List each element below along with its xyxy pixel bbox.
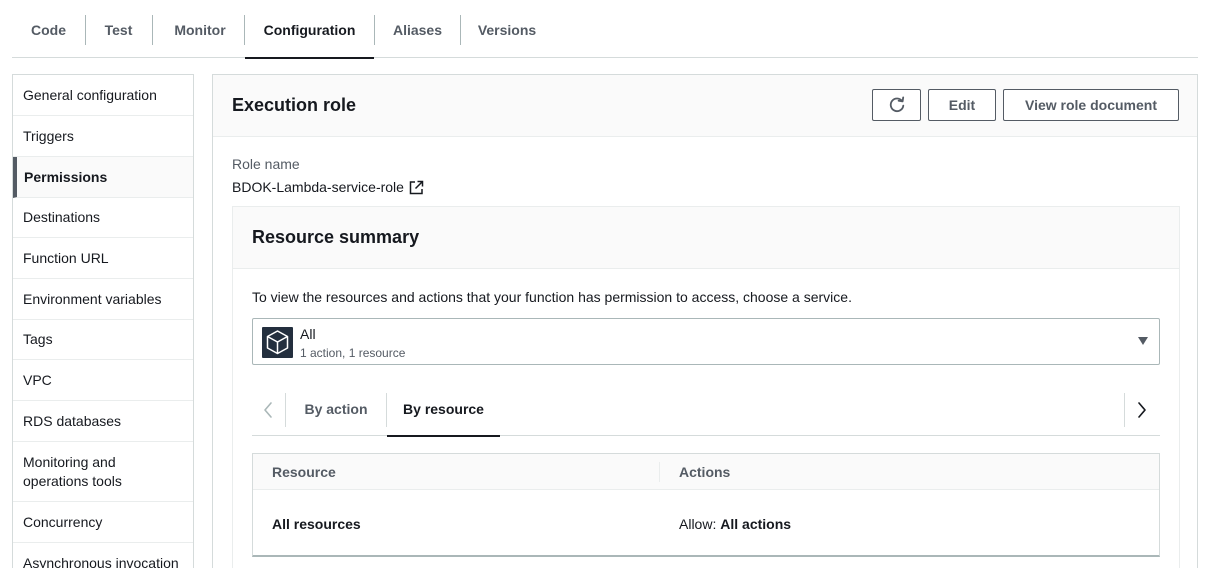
tab-monitor[interactable]: Monitor: [160, 0, 240, 58]
caret-down-icon: [1138, 337, 1148, 345]
resource-summary-description: To view the resources and actions that y…: [252, 289, 852, 305]
resource-summary-title: Resource summary: [252, 227, 420, 247]
tab-separator: [374, 15, 375, 45]
resource-summary: Resource summary To view the resources a…: [232, 206, 1180, 568]
chevron-left-icon: [264, 402, 272, 418]
tab-by-resource[interactable]: By resource: [387, 385, 500, 437]
service-select[interactable]: All 1 action, 1 resource: [252, 318, 1160, 365]
panel-header: Execution role Edit View role document: [213, 75, 1197, 137]
panel-title: Execution role: [232, 95, 357, 115]
sidebar-item-asynchronous-invocation[interactable]: Asynchronous invocation: [13, 543, 193, 568]
execution-role-panel: Execution role Edit View role document R…: [212, 74, 1198, 568]
table-header: Resource Actions: [253, 454, 1159, 490]
sidebar-item-tags[interactable]: Tags: [13, 320, 193, 360]
service-cube-icon: [262, 327, 293, 358]
top-tabs: Code Test Monitor Configuration Aliases …: [12, 0, 1198, 59]
tab-aliases[interactable]: Aliases: [380, 0, 455, 58]
sidebar-item-monitoring-tools[interactable]: Monitoring and operations tools: [13, 442, 193, 502]
view-role-document-button[interactable]: View role document: [1003, 89, 1179, 121]
external-link-icon: [409, 180, 424, 194]
role-name-link[interactable]: BDOK-Lambda-service-role: [232, 179, 424, 195]
resource-table: Resource Actions All resources Allow: Al…: [252, 453, 1160, 557]
tab-separator: [1124, 393, 1125, 427]
resource-summary-header: Resource summary: [233, 207, 1179, 269]
sidebar-item-concurrency[interactable]: Concurrency: [13, 502, 193, 543]
sidebar-item-triggers[interactable]: Triggers: [13, 116, 193, 157]
edit-button[interactable]: Edit: [928, 89, 996, 121]
service-select-value: All: [300, 326, 316, 342]
tab-configuration[interactable]: Configuration: [245, 0, 374, 59]
refresh-icon: [889, 96, 904, 112]
service-select-meta: 1 action, 1 resource: [300, 346, 406, 360]
sidebar-item-vpc[interactable]: VPC: [13, 360, 193, 401]
tab-separator: [152, 15, 153, 45]
column-divider: [659, 462, 660, 482]
sidebar-item-environment-variables[interactable]: Environment variables: [13, 279, 193, 320]
tab-test[interactable]: Test: [92, 0, 145, 58]
sidebar-item-permissions[interactable]: Permissions: [13, 157, 193, 198]
row-actions: Allow: All actions: [679, 516, 791, 532]
column-header-resource: Resource: [272, 464, 336, 480]
sidebar-item-destinations[interactable]: Destinations: [13, 198, 193, 238]
tab-versions[interactable]: Versions: [468, 0, 546, 58]
action-value: All actions: [720, 516, 792, 532]
sidebar-item-general-configuration[interactable]: General configuration: [13, 75, 193, 116]
tabs-scroll-left-button[interactable]: [254, 395, 282, 425]
chevron-right-icon: [1138, 402, 1146, 418]
column-header-actions: Actions: [679, 464, 731, 480]
tab-separator: [460, 15, 461, 45]
sidebar-item-function-url[interactable]: Function URL: [13, 238, 193, 279]
role-name-label: Role name: [232, 156, 300, 172]
action-effect: Allow:: [679, 516, 717, 532]
role-name-value[interactable]: BDOK-Lambda-service-role: [232, 179, 404, 195]
summary-tabs: By action By resource: [252, 385, 1160, 437]
tab-separator: [85, 15, 86, 45]
refresh-button[interactable]: [872, 89, 921, 121]
tab-by-action[interactable]: By action: [286, 385, 386, 436]
row-resource: All resources: [272, 516, 361, 532]
tab-code[interactable]: Code: [16, 0, 81, 58]
configuration-sidenav: General configuration Triggers Permissio…: [12, 74, 194, 568]
tabs-scroll-right-button[interactable]: [1128, 395, 1156, 425]
sidebar-item-rds-databases[interactable]: RDS databases: [13, 401, 193, 442]
